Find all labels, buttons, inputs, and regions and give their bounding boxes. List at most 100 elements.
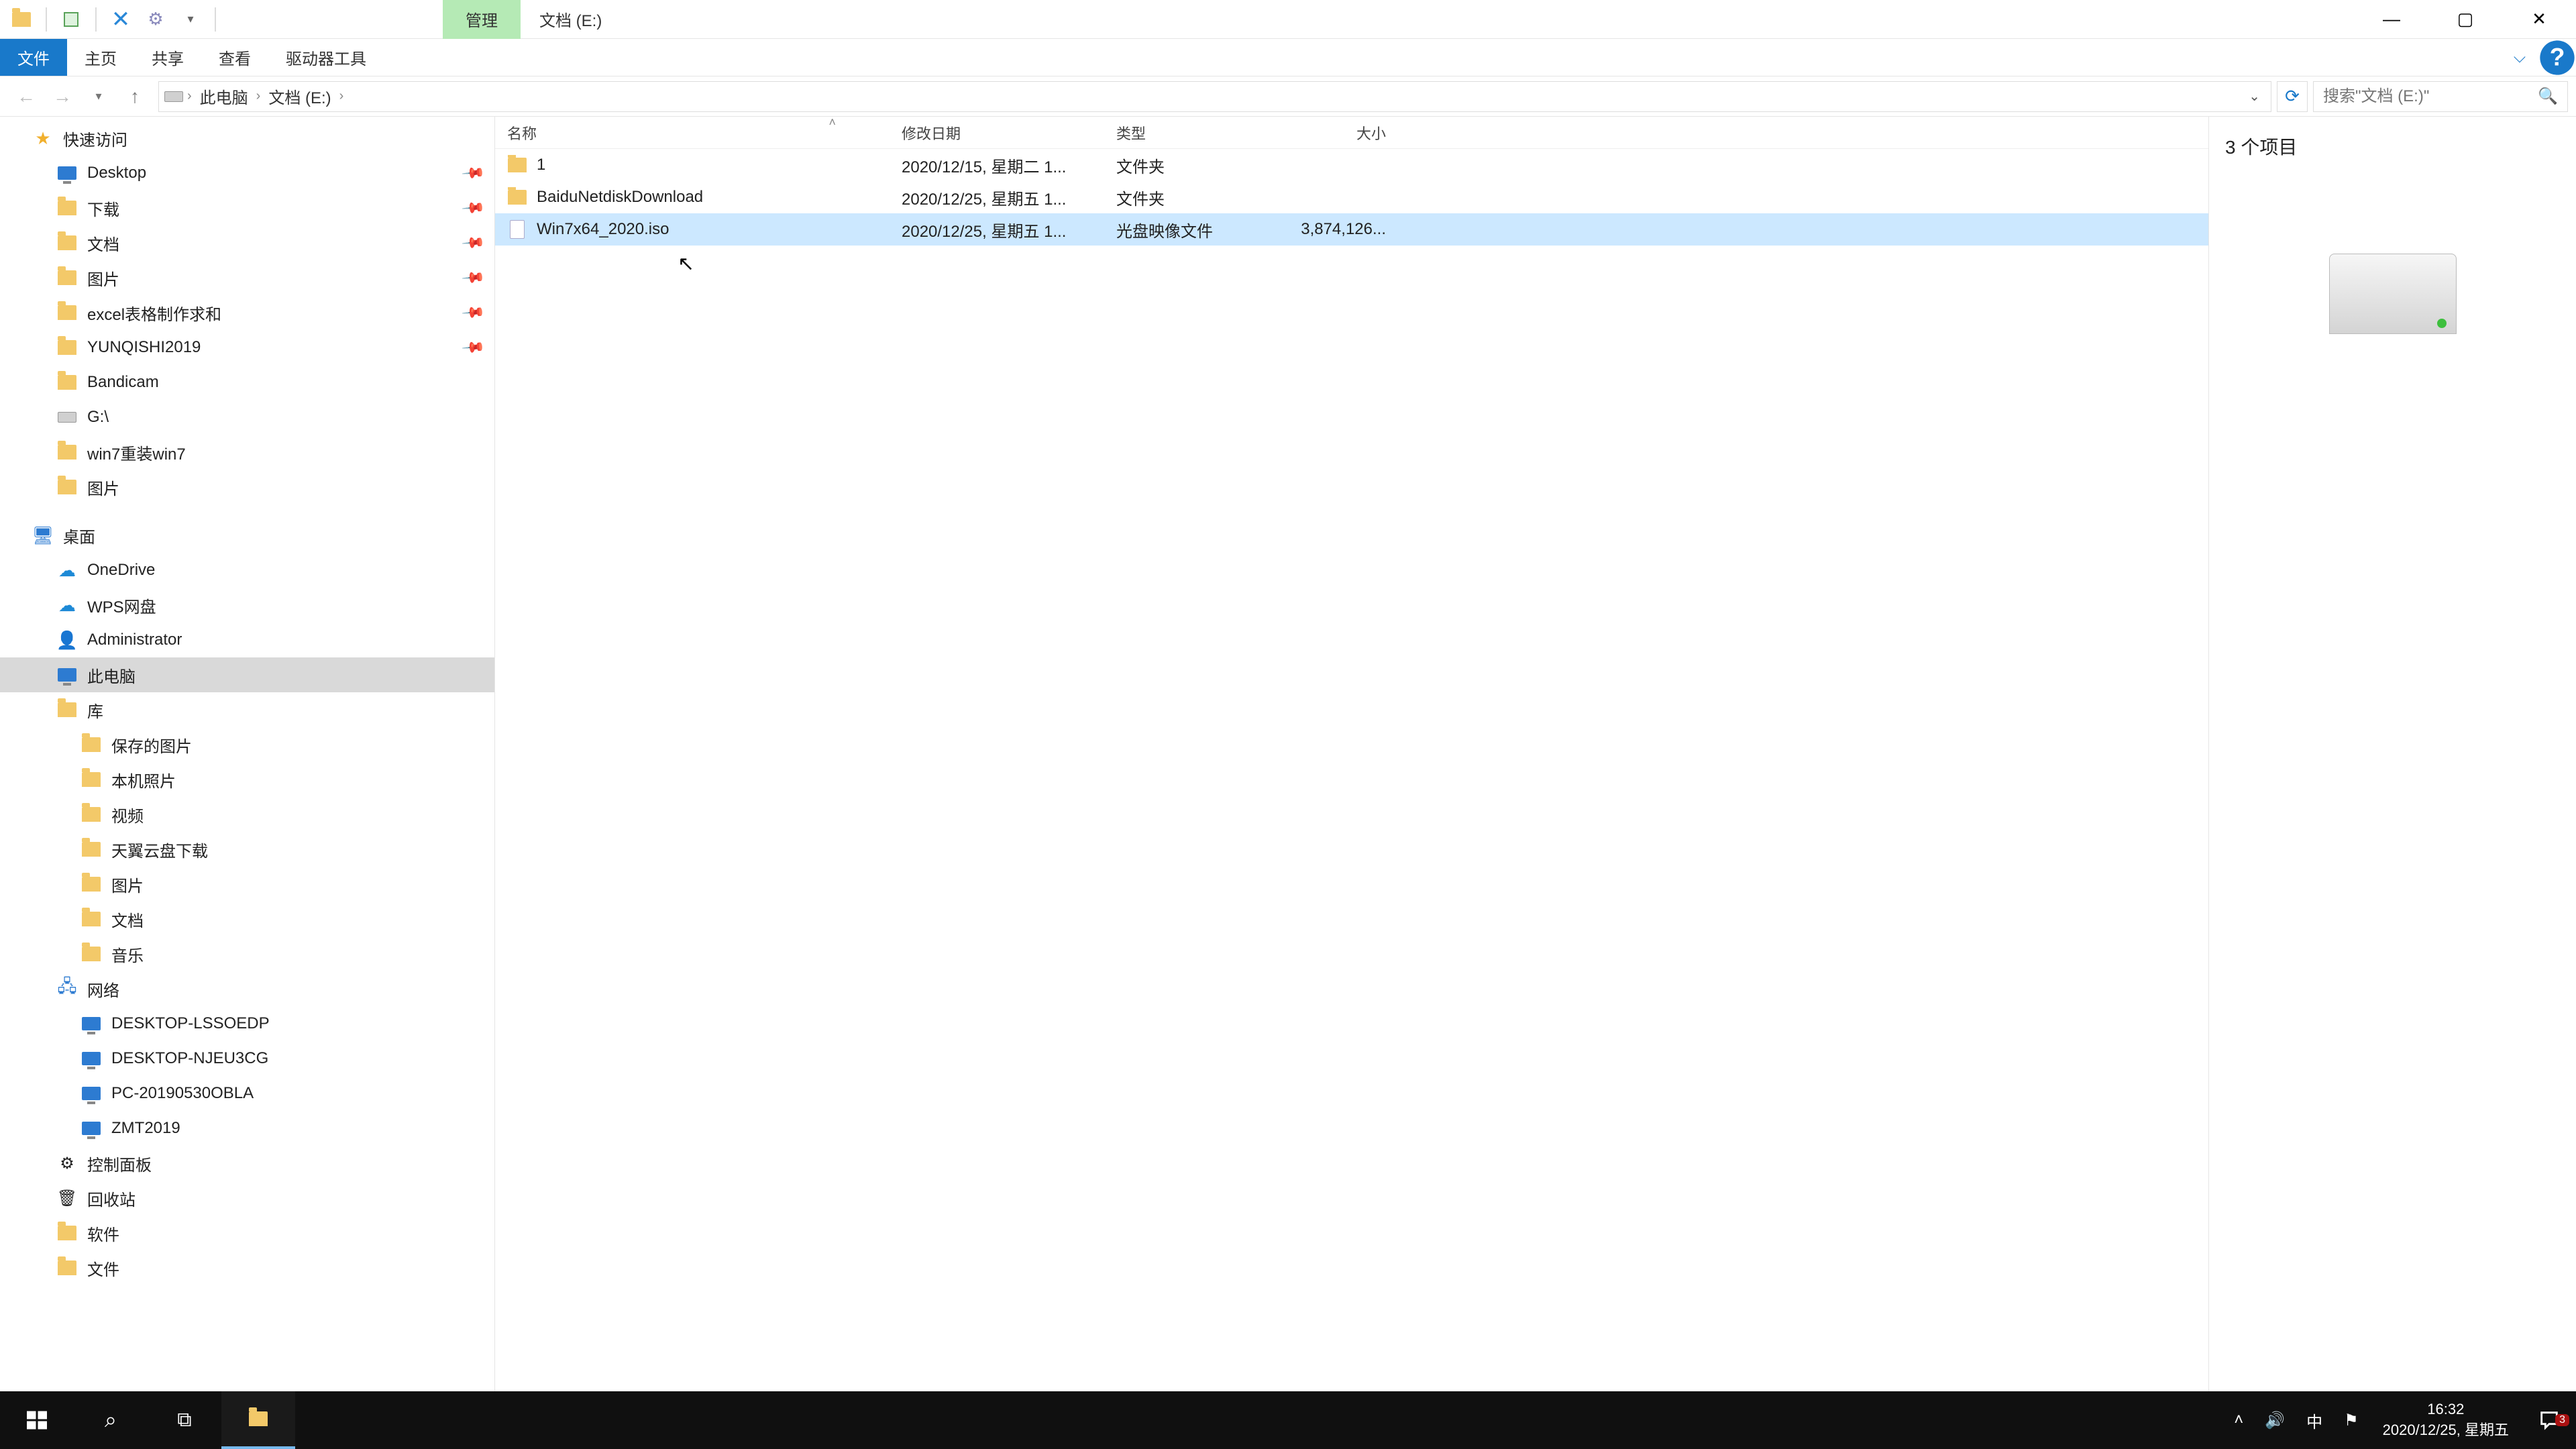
nav-item-label: DESKTOP-LSSOEDP xyxy=(111,1014,270,1033)
task-view-icon[interactable]: ⧉ xyxy=(148,1391,221,1449)
nav-item[interactable]: PC-20190530OBLA xyxy=(0,1076,494,1111)
folder-icon xyxy=(80,804,102,825)
file-icon xyxy=(507,219,527,239)
tab-home[interactable]: 主页 xyxy=(67,39,134,76)
contextual-tab-manage[interactable]: 管理 xyxy=(443,0,521,39)
nav-item[interactable]: DESKTOP-NJEU3CG xyxy=(0,1041,494,1076)
header-date[interactable]: 修改日期 xyxy=(890,122,1104,144)
header-type[interactable]: 类型 xyxy=(1104,122,1285,144)
nav-item[interactable]: 👤 Administrator xyxy=(0,623,494,657)
qa-dropdown-icon[interactable]: ▾ xyxy=(174,3,207,36)
folder-icon xyxy=(507,155,527,175)
nav-item[interactable]: 图片 📌 xyxy=(0,260,494,295)
qa-close-icon[interactable]: ✕ xyxy=(105,3,137,36)
chevron-right-icon[interactable]: › xyxy=(339,89,344,104)
nav-item[interactable]: 音乐 xyxy=(0,936,494,971)
preview-item-count: 3 个项目 xyxy=(2225,133,2297,160)
refresh-icon[interactable]: ⟳ xyxy=(2277,81,2308,112)
nav-item-label: 库 xyxy=(87,698,103,722)
drive-icon xyxy=(164,91,183,102)
tray-clock[interactable]: 16:32 2020/12/25, 星期五 xyxy=(2369,1401,2522,1440)
nav-item[interactable]: 软件 xyxy=(0,1216,494,1250)
nav-history-dropdown-icon[interactable]: ▾ xyxy=(80,78,117,115)
close-button[interactable]: ✕ xyxy=(2502,0,2576,39)
help-icon[interactable]: ? xyxy=(2538,39,2576,76)
nav-item[interactable]: ⚙ 控制面板 xyxy=(0,1146,494,1181)
nav-item[interactable]: ☁ OneDrive xyxy=(0,553,494,588)
breadcrumb-0[interactable]: 此电脑 xyxy=(196,85,252,108)
minimize-button[interactable]: — xyxy=(2355,0,2428,39)
nav-item[interactable]: 此电脑 xyxy=(0,657,494,692)
nav-item-label: YUNQISHI2019 xyxy=(87,338,201,357)
user-icon: 👤 xyxy=(56,629,78,651)
nav-item[interactable]: 天翼云盘下载 xyxy=(0,832,494,867)
folder-icon xyxy=(80,873,102,895)
nav-up-icon[interactable]: ↑ xyxy=(117,78,153,115)
nav-item[interactable]: 下载 📌 xyxy=(0,191,494,225)
nav-item[interactable]: DESKTOP-LSSOEDP xyxy=(0,1006,494,1041)
header-name[interactable]: 名称˄ xyxy=(495,122,890,144)
tray-security-icon[interactable]: ⚑ xyxy=(2333,1391,2369,1449)
nav-item[interactable]: win7重装win7 xyxy=(0,435,494,470)
nav-item[interactable]: 库 xyxy=(0,692,494,727)
nav-item[interactable]: 🗑 回收站 xyxy=(0,1181,494,1216)
tab-file[interactable]: 文件 xyxy=(0,39,67,76)
nav-item[interactable]: G:\ xyxy=(0,400,494,435)
nav-item[interactable]: Desktop 📌 xyxy=(0,156,494,191)
nav-item[interactable]: 文档 📌 xyxy=(0,225,494,260)
chevron-right-icon[interactable]: › xyxy=(187,89,192,104)
header-size[interactable]: 大小 xyxy=(1285,122,1399,144)
tab-share[interactable]: 共享 xyxy=(134,39,201,76)
search-input[interactable] xyxy=(2323,87,2538,106)
address-dropdown-icon[interactable]: ⌄ xyxy=(2243,88,2265,105)
qa-options-icon[interactable]: ⚙ xyxy=(140,3,172,36)
maximize-button[interactable]: ▢ xyxy=(2428,0,2502,39)
qa-placeholder-1[interactable] xyxy=(55,3,87,36)
nav-item[interactable]: Bandicam xyxy=(0,365,494,400)
tab-view[interactable]: 查看 xyxy=(201,39,268,76)
nav-item[interactable]: ☁ WPS网盘 xyxy=(0,588,494,623)
taskbar-search-icon[interactable]: ⌕ xyxy=(74,1391,148,1449)
file-row[interactable]: BaiduNetdiskDownload 2020/12/25, 星期五 1..… xyxy=(495,181,2208,213)
breadcrumb-1[interactable]: 文档 (E:) xyxy=(264,85,335,108)
nav-quick-access[interactable]: ★快速访问 xyxy=(0,121,494,156)
app-icon[interactable] xyxy=(5,3,38,36)
action-center-icon[interactable]: 3 xyxy=(2522,1409,2576,1432)
tray-ime-indicator[interactable]: 中 xyxy=(2296,1391,2333,1449)
address-box[interactable]: › 此电脑 › 文档 (E:) › ⌄ xyxy=(158,81,2271,112)
nav-item[interactable]: ZMT2019 xyxy=(0,1111,494,1146)
nav-item[interactable]: 本机照片 xyxy=(0,762,494,797)
navigation-pane[interactable]: ★快速访问 Desktop 📌 下载 📌 文档 📌 图片 📌 excel表格制作… xyxy=(0,117,495,1419)
nav-item-label: win7重装win7 xyxy=(87,441,186,464)
search-box[interactable]: 🔍 xyxy=(2313,81,2568,112)
pc-icon xyxy=(56,664,78,686)
desktop-icon: 🖥 xyxy=(32,525,54,546)
tray-overflow-icon[interactable]: ˄ xyxy=(2223,1391,2254,1449)
nav-forward-icon[interactable]: → xyxy=(44,78,80,115)
file-rows[interactable]: 1 2020/12/15, 星期二 1... 文件夹 BaiduNetdiskD… xyxy=(495,149,2208,1419)
nav-item-label: WPS网盘 xyxy=(87,594,156,617)
taskbar-explorer[interactable] xyxy=(221,1391,295,1449)
nav-item[interactable]: 图片 xyxy=(0,470,494,504)
search-icon[interactable]: 🔍 xyxy=(2538,87,2558,106)
nav-item[interactable]: excel表格制作求和 📌 xyxy=(0,295,494,330)
file-row[interactable]: Win7x64_2020.iso 2020/12/25, 星期五 1... 光盘… xyxy=(495,213,2208,246)
nav-item[interactable]: 图片 xyxy=(0,867,494,902)
nav-item[interactable]: 文档 xyxy=(0,902,494,936)
file-type: 文件夹 xyxy=(1104,186,1285,209)
tab-drive-tools[interactable]: 驱动器工具 xyxy=(268,39,384,76)
chevron-right-icon[interactable]: › xyxy=(256,89,261,104)
nav-item-label: 软件 xyxy=(87,1222,119,1245)
tray-volume-icon[interactable]: 🔊 xyxy=(2254,1391,2296,1449)
nav-back-icon[interactable]: ← xyxy=(8,78,44,115)
nav-network[interactable]: 🖧网络 xyxy=(0,971,494,1006)
nav-item[interactable]: 保存的图片 xyxy=(0,727,494,762)
nav-item[interactable]: 视频 xyxy=(0,797,494,832)
nav-desktop-root[interactable]: 🖥桌面 xyxy=(0,518,494,553)
nav-item[interactable]: 文件 xyxy=(0,1250,494,1285)
file-row[interactable]: 1 2020/12/15, 星期二 1... 文件夹 xyxy=(495,149,2208,181)
nav-item-label: Administrator xyxy=(87,631,182,649)
ribbon-expand-icon[interactable]: ⌵ xyxy=(2501,39,2538,76)
start-button[interactable] xyxy=(0,1391,74,1449)
nav-item[interactable]: YUNQISHI2019 📌 xyxy=(0,330,494,365)
